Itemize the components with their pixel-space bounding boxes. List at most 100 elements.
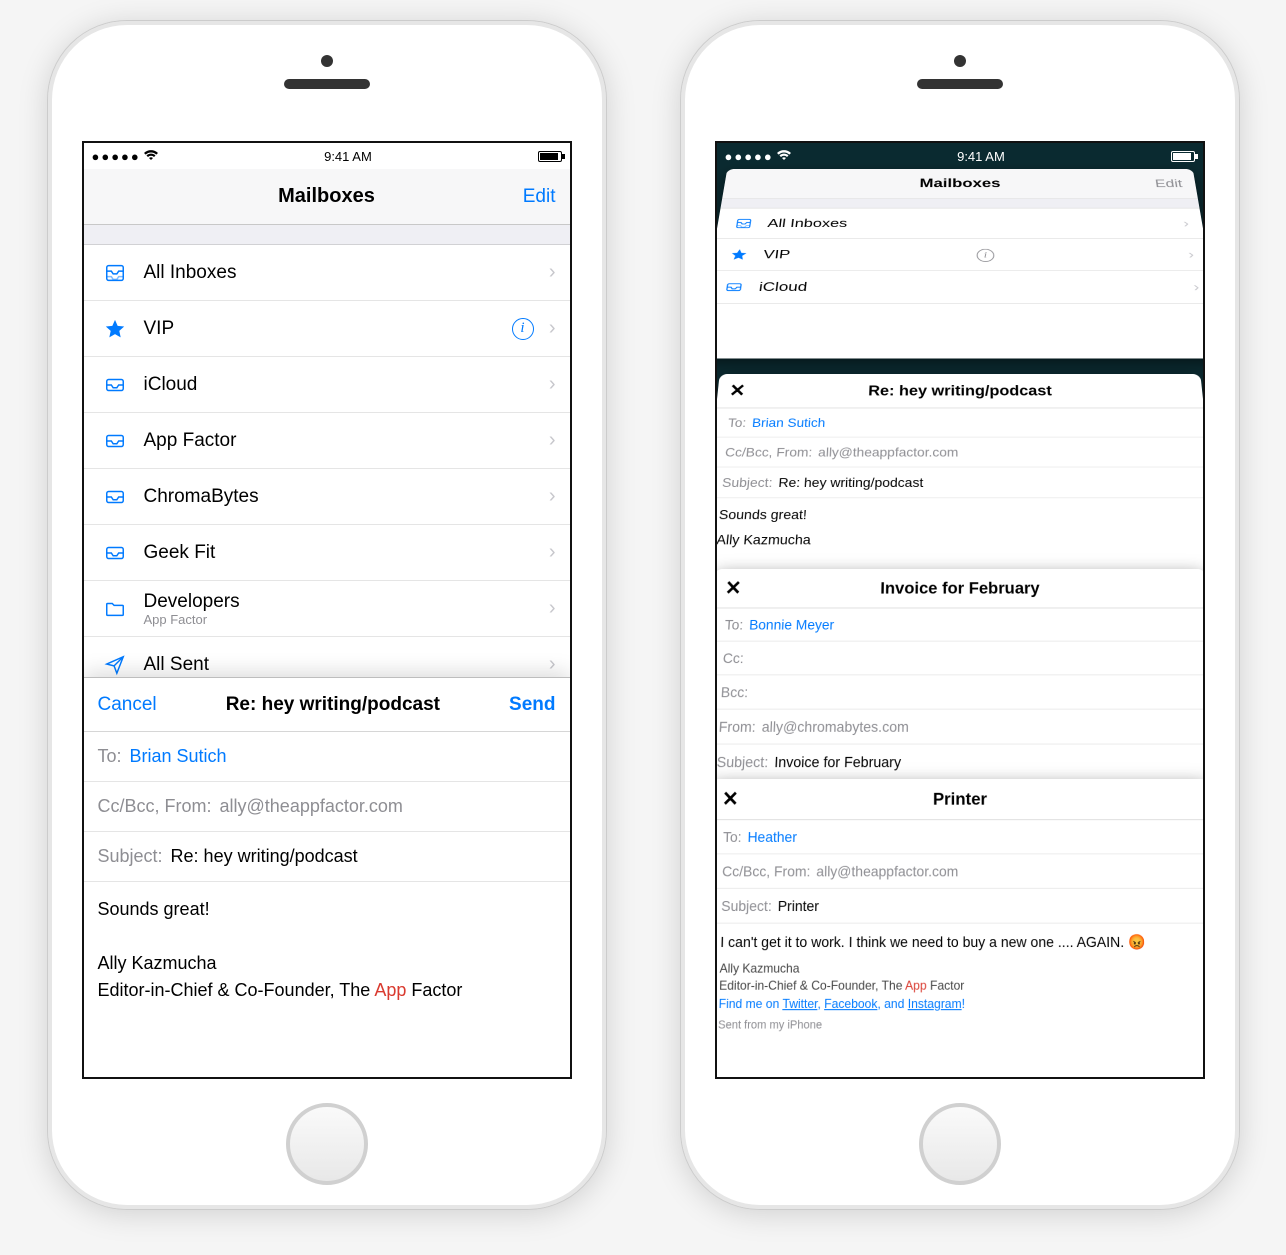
edit-button[interactable]: Edit — [1154, 177, 1183, 190]
send-button[interactable]: Send — [509, 694, 555, 716]
tray-stack-icon — [100, 262, 130, 284]
mailbox-label: All Inboxes — [766, 216, 847, 230]
mailbox-row-icloud[interactable]: iCloud › — [715, 271, 1205, 304]
mailbox-list: All Inboxes › VIP i › iCloud › App Facto… — [84, 245, 570, 693]
status-bar: ●●●●● 9:41 AM — [84, 143, 570, 169]
mailbox-row-icloud[interactable]: iCloud › — [84, 357, 570, 413]
screen-right: ●●●●● 9:41 AM Mailboxes Edit All Inboxes… — [715, 141, 1205, 1079]
chevron-right-icon: › — [549, 541, 556, 564]
stack-card-draft-3[interactable]: ✕ Printer To:Heather Cc/Bcc, From:ally@t… — [715, 779, 1205, 1079]
compose-body[interactable]: Sounds great! Ally Kazmucha Editor-in-Ch… — [84, 882, 570, 1018]
close-icon[interactable]: ✕ — [728, 380, 746, 401]
tray-icon — [100, 374, 130, 396]
nav-bar: Mailboxes Edit — [84, 169, 570, 225]
mailbox-label: Geek Fit — [144, 542, 216, 564]
mailbox-row-vip[interactable]: VIP i › — [84, 301, 570, 357]
to-field[interactable]: To:Bonnie Meyer — [715, 608, 1205, 641]
ccbcc-from-field[interactable]: Cc/Bcc, From: ally@theappfactor.com — [84, 782, 570, 832]
mailbox-label: VIP — [762, 247, 791, 261]
folder-icon — [100, 598, 130, 620]
speaker-slot — [917, 79, 1003, 89]
mailbox-label: All Inboxes — [144, 262, 237, 284]
mailbox-row-vip[interactable]: VIP i › — [715, 239, 1205, 271]
info-icon[interactable]: i — [976, 247, 994, 262]
mailbox-label: DevelopersApp Factor — [144, 591, 240, 626]
signal-dots: ●●●●● — [725, 149, 792, 164]
mailbox-row-geek-fit[interactable]: Geek Fit › — [84, 525, 570, 581]
nav-title: Mailboxes — [919, 177, 1000, 191]
mailbox-row-all-inboxes[interactable]: All Inboxes › — [715, 208, 1205, 238]
front-camera — [321, 55, 333, 67]
draft-stack: Mailboxes Edit All Inboxes › VIP i › iClo… — [717, 169, 1203, 1077]
compose-header: Cancel Re: hey writing/podcast Send — [84, 678, 570, 732]
info-icon[interactable]: i — [512, 318, 534, 340]
subject-label: Subject: — [98, 846, 163, 867]
draft-body: I can't get it to work. I think we need … — [715, 924, 1205, 1043]
chevron-right-icon: › — [549, 429, 556, 452]
sent-from: Sent from my iPhone — [717, 1018, 1201, 1035]
status-time: 9:41 AM — [324, 149, 372, 164]
chevron-right-icon: › — [1187, 247, 1195, 261]
draft-body: Sounds great! Ally Kazmucha — [715, 498, 1205, 557]
subject-field[interactable]: Subject:Re: hey writing/podcast — [715, 468, 1205, 499]
status-time: 9:41 AM — [957, 149, 1005, 164]
battery-icon — [538, 151, 562, 162]
tray-icon — [100, 542, 130, 564]
mailbox-label: All Sent — [144, 654, 209, 676]
home-button[interactable] — [919, 1103, 1001, 1185]
facebook-link[interactable]: Facebook — [824, 996, 877, 1011]
chevron-right-icon: › — [549, 485, 556, 508]
mailbox-row-developers[interactable]: DevelopersApp Factor › — [84, 581, 570, 637]
cc-field[interactable]: Cc: — [715, 642, 1205, 676]
mailbox-row-all-inboxes[interactable]: All Inboxes › — [84, 245, 570, 301]
subject-value: Re: hey writing/podcast — [171, 846, 358, 867]
to-value: Brian Sutich — [130, 746, 227, 767]
mailbox-row-app-factor[interactable]: App Factor › — [84, 413, 570, 469]
mailbox-row-chromabytes[interactable]: ChromaBytes › — [84, 469, 570, 525]
ccbcc-from-label: Cc/Bcc, From: — [98, 796, 212, 817]
chevron-right-icon: › — [1182, 216, 1190, 230]
from-field[interactable]: From:ally@chromabytes.com — [715, 710, 1205, 745]
draft-header: ✕ Invoice for February — [715, 569, 1205, 608]
star-icon — [725, 248, 752, 261]
stack-card-draft-1[interactable]: ✕ Re: hey writing/podcast To:Brian Sutic… — [715, 374, 1205, 587]
twitter-link[interactable]: Twitter — [782, 996, 817, 1011]
to-field[interactable]: To:Heather — [715, 820, 1205, 854]
instagram-link[interactable]: Instagram — [907, 996, 961, 1011]
nav-bar: Mailboxes Edit — [722, 169, 1198, 199]
cancel-button[interactable]: Cancel — [98, 694, 157, 716]
chevron-right-icon: › — [549, 317, 556, 340]
compose-draft-card[interactable]: Cancel Re: hey writing/podcast Send To: … — [84, 677, 570, 1077]
home-button[interactable] — [286, 1103, 368, 1185]
draft-title: Invoice for February — [880, 578, 1040, 598]
signature-name: Ally Kazmucha — [98, 950, 556, 977]
tray-icon — [100, 430, 130, 452]
wifi-icon — [144, 150, 158, 161]
ccbcc-from-field[interactable]: Cc/Bcc, From:ally@theappfactor.com — [715, 438, 1205, 468]
signature-title: Editor-in-Chief & Co-Founder, The App Fa… — [98, 977, 556, 1004]
subject-field[interactable]: Subject: Re: hey writing/podcast — [84, 832, 570, 882]
close-icon[interactable]: ✕ — [721, 786, 738, 812]
mailbox-label: iCloud — [757, 279, 807, 294]
stack-card-mailboxes[interactable]: Mailboxes Edit All Inboxes › VIP i › iClo… — [715, 169, 1205, 358]
paper-plane-icon — [100, 654, 130, 676]
nav-title: Mailboxes — [278, 185, 375, 208]
chevron-right-icon: › — [1192, 279, 1200, 294]
bcc-field[interactable]: Bcc: — [715, 675, 1205, 709]
to-field[interactable]: To:Brian Sutich — [715, 408, 1205, 437]
to-field[interactable]: To: Brian Sutich — [84, 732, 570, 782]
subject-field[interactable]: Subject:Printer — [715, 889, 1205, 924]
chevron-right-icon: › — [549, 653, 556, 676]
compose-title: Re: hey writing/podcast — [226, 694, 440, 716]
edit-button[interactable]: Edit — [523, 186, 556, 208]
phone-right: ●●●●● 9:41 AM Mailboxes Edit All Inboxes… — [680, 20, 1240, 1210]
mailbox-label: VIP — [144, 318, 175, 340]
to-label: To: — [98, 746, 122, 767]
wifi-icon — [777, 150, 791, 161]
emoji-angry: 😡 — [1127, 933, 1145, 950]
ccbcc-from-field[interactable]: Cc/Bcc, From:ally@theappfactor.com — [715, 854, 1205, 889]
sensor-bar — [681, 21, 1239, 141]
close-icon[interactable]: ✕ — [724, 576, 742, 601]
subject-field[interactable]: Subject:Invoice for February — [715, 745, 1205, 781]
tray-icon — [100, 486, 130, 508]
